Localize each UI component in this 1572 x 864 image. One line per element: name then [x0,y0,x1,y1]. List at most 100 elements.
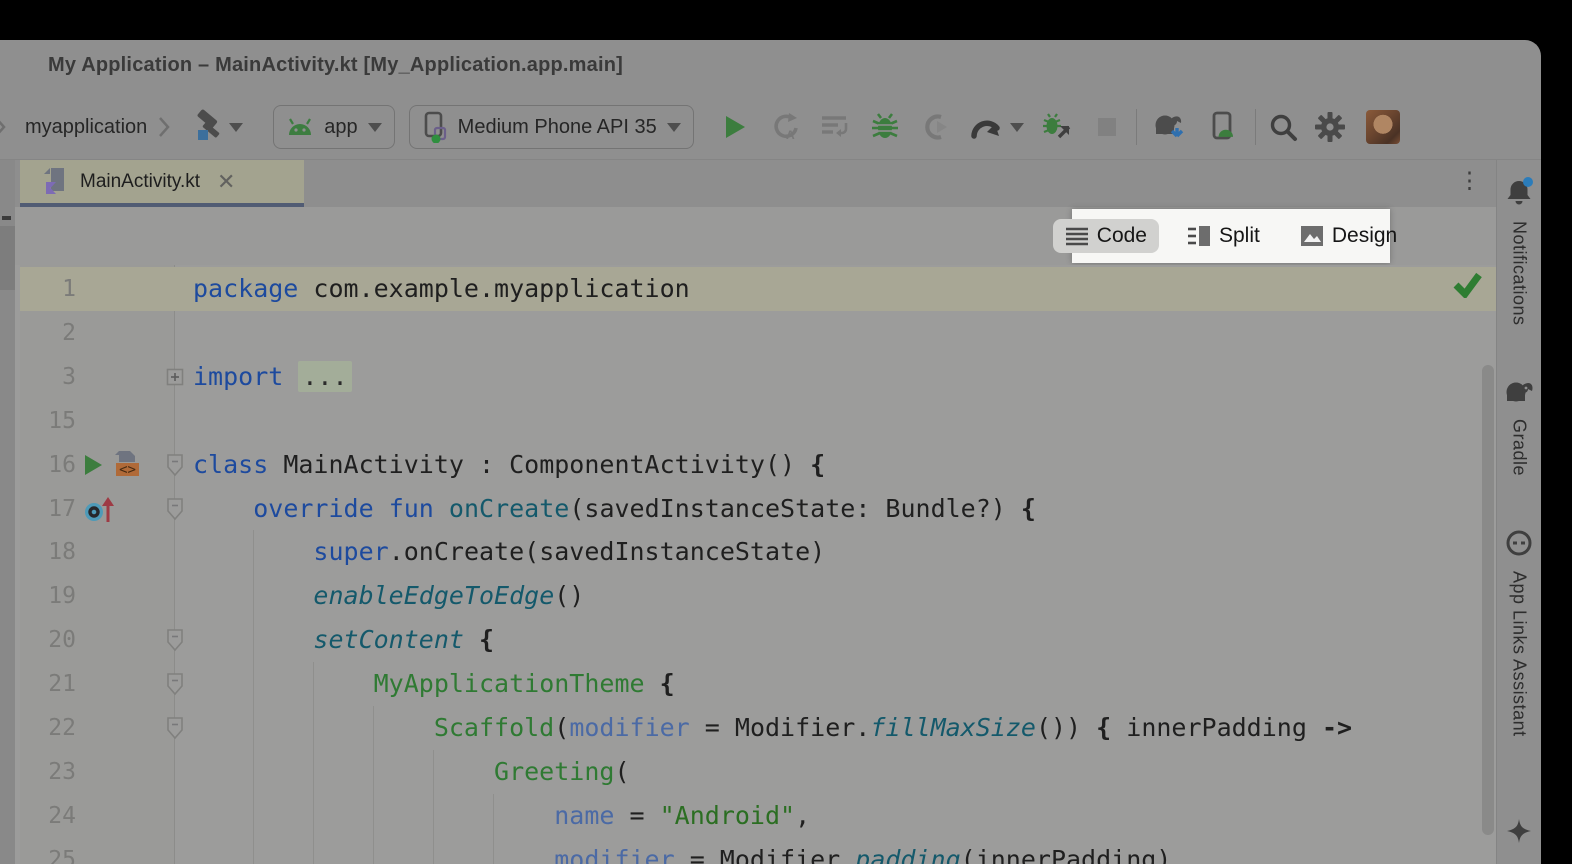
design-view-icon [1300,225,1324,247]
editor-scrollbar[interactable] [1482,365,1494,835]
code-line[interactable]: 2 [20,311,1497,355]
build-hammer-icon [189,109,225,145]
apply-changes-button[interactable]: A [770,112,800,142]
settings-button[interactable] [1314,111,1346,143]
code-line[interactable]: 19 enableEdgeToEdge() [20,574,1497,618]
device-manager-button[interactable] [1209,111,1239,143]
user-avatar[interactable] [1366,110,1400,144]
code-text: modifier = Modifier.padding(innerPadding… [180,838,1171,864]
notifications-button[interactable] [1503,176,1535,213]
line-number: 1 [26,267,76,311]
editor-tab-bar: MainActivity.kt ✕ ⋮ [15,160,1497,207]
code-view-icon [1065,225,1089,247]
left-stripe-button[interactable] [2,216,11,220]
gradle-label[interactable]: Gradle [1509,419,1530,476]
attach-debugger-button[interactable] [920,112,950,142]
device-phone-icon [422,111,448,143]
stop-icon [1094,114,1120,140]
line-number: 23 [26,750,76,794]
editor-tab-label: MainActivity.kt [80,171,200,193]
run-configuration-label: app [324,116,357,139]
svg-text:<>: <> [119,462,136,478]
split-view-icon [1187,225,1211,247]
view-mode-split[interactable]: Split [1175,219,1272,253]
code-text: Greeting( [180,750,630,794]
profiler-button[interactable] [970,112,1002,142]
code-line[interactable]: 22 Scaffold(modifier = Modifier.fillMaxS… [20,706,1497,750]
notifications-bell-icon [1503,176,1535,208]
view-mode-split-label: Split [1219,224,1260,248]
code-editor[interactable]: 1package com.example.myapplication23impo… [15,265,1497,864]
editor-header-row: Code Split Design [15,207,1497,267]
line-number: 21 [26,662,76,706]
code-line[interactable]: 3import ... [20,355,1497,399]
android-icon [286,117,314,137]
apply-changes-restart-icon: A [770,112,800,142]
tab-close-icon[interactable]: ✕ [217,171,235,193]
breadcrumb[interactable]: myapplication [25,116,147,139]
overriding-method-icon[interactable] [82,494,116,524]
compose-component-icon[interactable]: <> [110,450,142,480]
code-text: name = "Android", [180,794,810,838]
line-number: 22 [26,706,76,750]
more-options-icon[interactable]: ⋮ [1458,168,1481,193]
code-line[interactable]: 21 MyApplicationTheme { [20,662,1497,706]
gutter-icons[interactable]: <> [82,443,142,487]
device-selector[interactable]: Medium Phone API 35 [409,105,694,149]
run-play-icon [720,113,748,141]
code-text: setContent { [180,618,494,662]
search-everywhere-button[interactable] [1268,112,1298,142]
left-stripe-button[interactable] [0,226,15,290]
line-number: 18 [26,530,76,574]
gradle-sync-button[interactable] [1151,112,1187,142]
code-line[interactable]: 16<>class MainActivity : ComponentActivi… [20,443,1497,487]
stop-button[interactable] [1094,114,1120,140]
run-button[interactable] [720,113,748,141]
toolbar-separator [1255,109,1256,145]
notifications-label[interactable]: Notifications [1509,221,1530,326]
kotlin-file-icon [42,166,69,197]
editor-tab-mainactivity[interactable]: MainActivity.kt ✕ [20,160,304,207]
right-tool-stripe: Notifications Gradle App Links Assistant [1496,160,1541,864]
debug-restart-icon [1042,112,1074,142]
code-line[interactable]: 18 super.onCreate(savedInstanceState) [20,530,1497,574]
search-icon [1268,112,1298,142]
view-mode-code[interactable]: Code [1053,219,1159,253]
debug-button[interactable] [870,112,900,142]
code-text: super.onCreate(savedInstanceState) [180,530,825,574]
apply-code-changes-button[interactable] [820,112,850,142]
line-number: 3 [26,355,76,399]
gutter-icons[interactable] [82,487,116,531]
code-line[interactable]: 24 name = "Android", [20,794,1497,838]
profile-debug-restart-button[interactable] [1042,112,1074,142]
gradle-sync-icon [1151,112,1187,142]
code-line[interactable]: 20 setContent { [20,618,1497,662]
build-dropdown-caret[interactable] [229,123,243,132]
code-line[interactable]: 25 modifier = Modifier.padding(innerPadd… [20,838,1497,864]
inspections-ok-check-icon[interactable] [1452,272,1482,303]
app-links-assistant-label[interactable]: App Links Assistant [1509,571,1530,737]
view-mode-design[interactable]: Design [1288,219,1409,253]
line-number: 17 [26,487,76,531]
gradle-button[interactable] [1502,378,1536,411]
code-text: MyApplicationTheme { [180,662,675,706]
code-line[interactable]: 17 override fun onCreate(savedInstanceSt… [20,487,1497,531]
build-button[interactable] [189,109,225,145]
code-line[interactable]: 23 Greeting( [20,750,1497,794]
code-line[interactable]: 1package com.example.myapplication [20,267,1497,311]
line-number: 19 [26,574,76,618]
line-number: 16 [26,443,76,487]
gemini-button[interactable] [1505,817,1533,850]
svg-text:A: A [786,128,795,142]
code-text: enableEdgeToEdge() [180,574,584,618]
apply-code-changes-icon [820,112,850,142]
profiler-icon [970,112,1002,142]
run-configuration-selector[interactable]: app [273,105,394,149]
sparkle-icon [1505,817,1533,845]
run-configuration-caret [368,123,382,132]
code-line[interactable]: 15 [20,399,1497,443]
run-gutter-icon[interactable] [82,453,104,477]
profiler-dropdown-caret[interactable] [1010,123,1024,132]
app-links-assistant-button[interactable] [1504,528,1534,563]
left-tool-stripe [0,160,16,864]
